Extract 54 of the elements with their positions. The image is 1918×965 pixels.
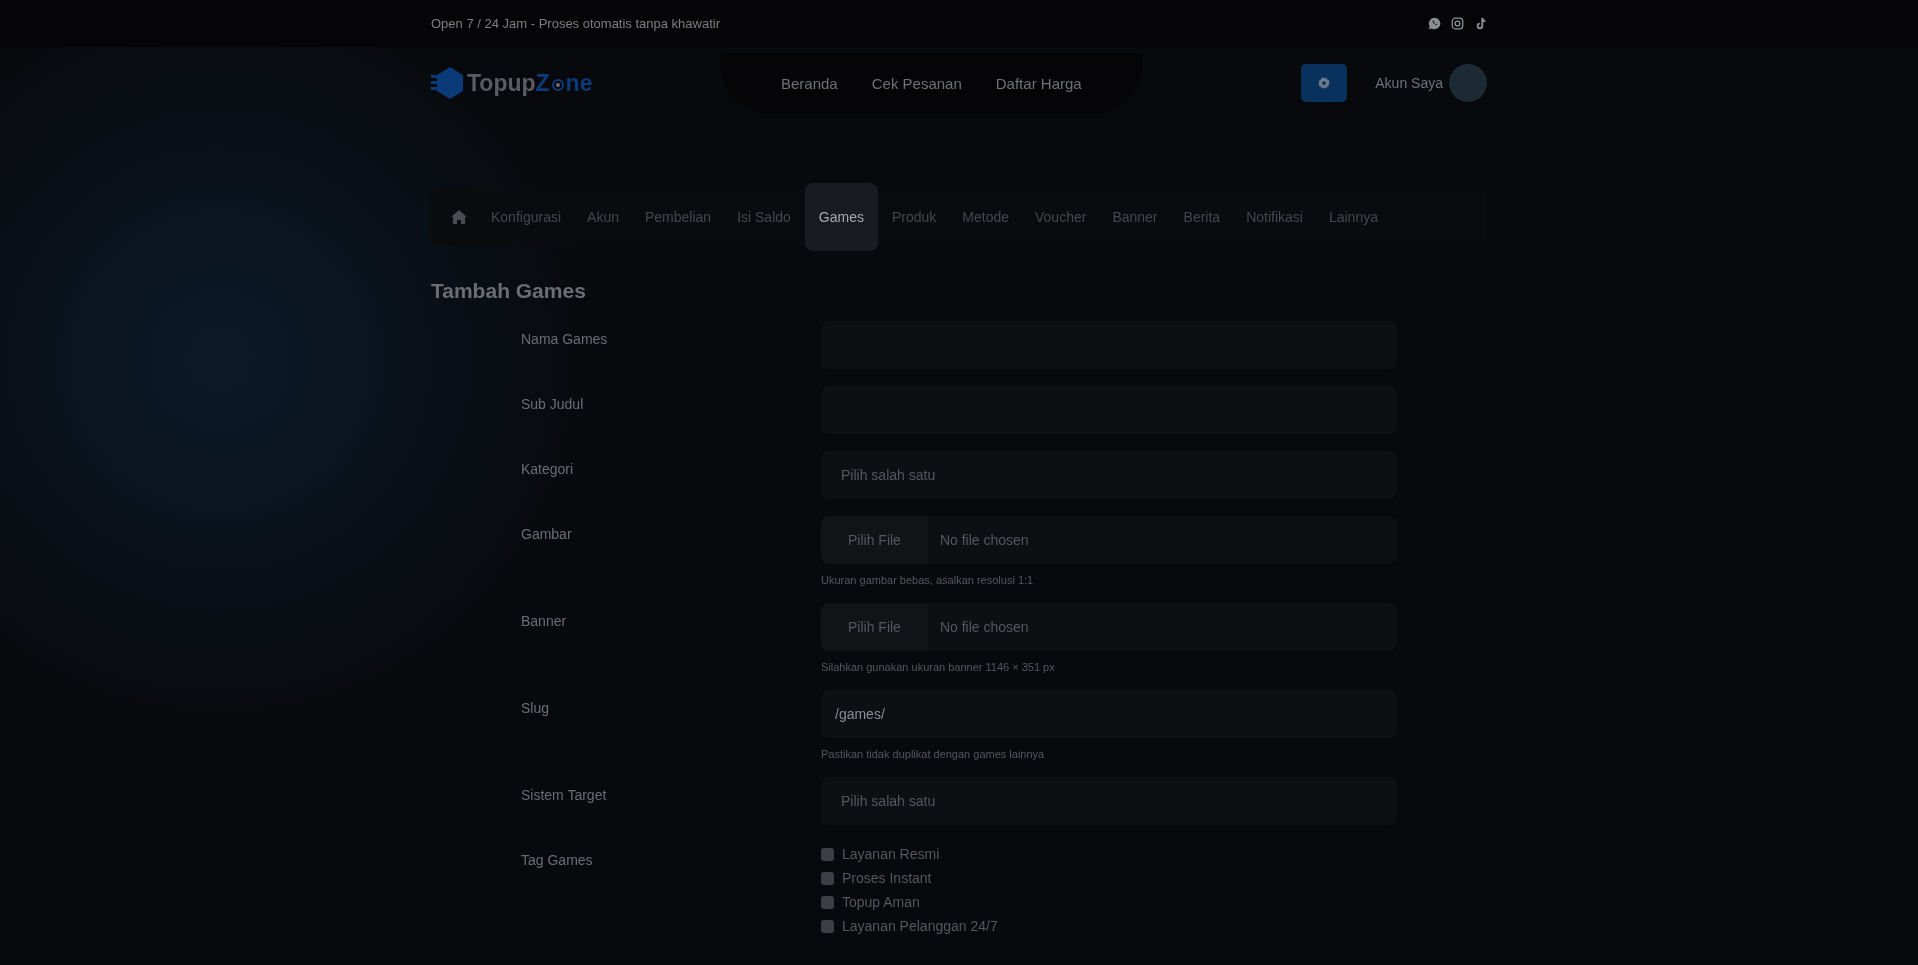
checkbox-label[interactable]: Layanan Pelanggan 24/7 [842,918,998,934]
nav-link[interactable]: Cek Pesanan [871,74,962,92]
admin-tab[interactable]: Akun [585,183,621,251]
avatar[interactable] [1449,64,1487,102]
admin-tab[interactable]: Metode [960,183,1011,251]
file-status-text: No file chosen [939,619,1029,635]
admin-tab[interactable]: Voucher [1033,183,1089,251]
target-icon [550,78,565,92]
opening-hours-text: Open 7 / 24 Jam - Proses otomatis tanpa khawatir [431,16,721,31]
admin-tab[interactable]: Produk [889,183,939,251]
home-icon[interactable] [451,210,467,224]
nav-link[interactable]: Beranda [781,74,838,92]
field-label: Kategori [521,461,574,477]
field-label: Slug [521,700,550,716]
admin-tab[interactable]: Notifikasi [1244,183,1305,251]
instagram-icon[interactable] [1451,17,1464,30]
field-label: Nama Games [521,331,608,347]
field-label: Tag Games [521,852,593,868]
input-field[interactable]: /games/ [821,690,1397,738]
select-field[interactable]: Pilih salah satu [821,777,1397,825]
checkbox[interactable] [821,895,834,909]
checkbox[interactable] [821,919,834,933]
checkbox-label[interactable]: Topup Aman [842,894,920,910]
file-status-text: No file chosen [939,532,1029,548]
logo[interactable]: TopupZ ne [431,65,721,101]
field-label: Gambar [521,526,572,542]
admin-tab[interactable]: Games [804,183,878,251]
help-text: Ukuran gambar bebas, asalkan resolusi 1:1 [821,574,1035,586]
field-label: Banner [521,613,567,629]
select-field[interactable]: Pilih salah satu [821,451,1397,499]
help-text: Pastikan tidak duplikat dengan games lainnya [821,748,1046,760]
admin-tab[interactable]: Lainnya [1326,183,1380,251]
admin-tab[interactable]: Banner [1110,183,1160,251]
checkbox-label[interactable]: Proses Instant [842,870,932,886]
checkbox[interactable] [821,871,834,885]
settings-button[interactable] [1301,64,1348,102]
field-label: Sub Judul [521,396,584,412]
admin-tab[interactable]: Isi Saldo [735,183,793,251]
checkbox-label[interactable]: Layanan Resmi [842,846,940,862]
page-title: Tambah Games [431,279,587,303]
checkbox[interactable] [821,847,834,861]
tiktok-icon[interactable] [1474,17,1487,30]
field-label: Sistem Target [521,787,607,803]
settings-icon [1318,77,1331,89]
hexagon-logo-icon [431,65,465,101]
account-link[interactable]: Akun Saya [1375,75,1443,91]
admin-tab[interactable]: Berita [1181,183,1223,251]
admin-tab[interactable]: Konfigurasi [489,183,564,251]
choose-file-button[interactable]: Pilih File [821,516,928,564]
help-text: Silahkan gunakan ukuran banner 1146 × 351 px [821,661,1056,673]
whatsapp-icon[interactable] [1428,17,1441,30]
choose-file-button[interactable]: Pilih File [821,603,928,651]
admin-tab[interactable]: Pembelian [642,183,714,251]
nav-link[interactable]: Daftar Harga [995,74,1082,92]
